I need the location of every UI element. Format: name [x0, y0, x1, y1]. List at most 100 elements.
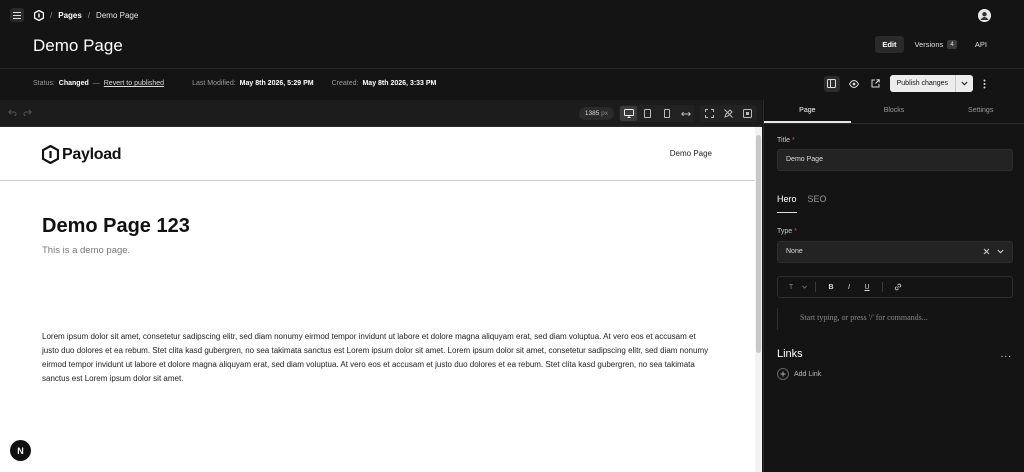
chevron-down-icon[interactable]	[802, 285, 807, 289]
title-input[interactable]: Demo Page	[777, 149, 1013, 171]
responsive-view-button[interactable]	[677, 106, 694, 121]
tab-edit[interactable]: Edit	[875, 36, 904, 53]
preview-button[interactable]	[846, 76, 862, 92]
toggle-live-preview-button[interactable]	[823, 75, 840, 92]
document-more-button[interactable]	[979, 79, 989, 89]
last-modified-value: May 8th 2026, 5:29 PM	[239, 80, 314, 87]
plus-circle-icon	[777, 368, 789, 380]
window-icon	[743, 109, 752, 118]
payload-logo-icon	[42, 145, 59, 164]
title-label-text: Title	[777, 137, 790, 144]
text-format-glyph: T	[788, 283, 794, 291]
payload-logo-icon[interactable]	[34, 9, 44, 21]
tab-blocks[interactable]: Blocks	[851, 100, 938, 123]
tab-api[interactable]: API	[968, 36, 994, 53]
add-link-button[interactable]: Add Link	[777, 368, 821, 380]
link-icon	[894, 283, 902, 291]
links-section-title: Links	[777, 348, 803, 360]
italic-button[interactable]: I	[842, 280, 856, 294]
more-vertical-icon	[983, 79, 985, 88]
viewport-controls: 1385 px	[578, 105, 757, 122]
tab-hero[interactable]: Hero	[777, 194, 797, 213]
mobile-view-button[interactable]	[658, 106, 675, 121]
status-label: Status:	[33, 80, 55, 87]
viewport-width-unit: px	[601, 110, 608, 117]
bold-button[interactable]: B	[824, 280, 838, 294]
document-actions: Publish changes	[823, 75, 989, 92]
tablet-icon	[644, 109, 651, 118]
publish-changes-button[interactable]: Publish changes	[889, 75, 956, 92]
rich-text-editor[interactable]: Start typing, or press '/' for commands.…	[777, 308, 1013, 330]
fields-panel: Page Blocks Settings Title * Demo Page He…	[763, 100, 1024, 472]
text-format-button[interactable]: T	[784, 280, 798, 294]
preview-scrollbar[interactable]	[755, 127, 762, 472]
created-label: Created:	[331, 80, 359, 87]
fullscreen-button[interactable]	[701, 106, 718, 121]
document-status-bar: Status: Changed — Revert to published La…	[0, 68, 1024, 99]
breadcrumb-separator: /	[50, 10, 53, 20]
breadcrumb-separator: /	[87, 10, 91, 20]
breadcrumb-current: Demo Page	[96, 10, 139, 20]
undo-icon[interactable]	[8, 109, 17, 116]
tab-settings[interactable]: Settings	[937, 100, 1024, 123]
clear-icon[interactable]	[983, 248, 990, 255]
tab-seo[interactable]: SEO	[808, 194, 827, 213]
hero-title: Demo Page 123	[42, 215, 190, 237]
sidebar-layout-icon	[827, 79, 837, 88]
desktop-view-button[interactable]	[620, 106, 637, 121]
expand-icon	[705, 109, 714, 118]
avatar[interactable]	[978, 9, 991, 22]
breadcrumb-pages[interactable]: Pages	[58, 11, 82, 20]
versions-count-badge: 4	[947, 40, 957, 49]
document-tabs: Edit Versions 4 API	[875, 36, 994, 53]
bold-glyph: B	[828, 283, 834, 291]
tablet-view-button[interactable]	[639, 106, 656, 121]
italic-glyph: I	[848, 283, 850, 291]
underline-button[interactable]: U	[860, 280, 874, 294]
content-paragraph: Lorem ipsum dolor sit amet, consetetur s…	[42, 332, 709, 383]
site-logo[interactable]: Payload	[42, 145, 122, 164]
chevron-down-icon[interactable]	[997, 249, 1004, 254]
tab-edit-label: Edit	[882, 40, 897, 49]
nextjs-dev-badge[interactable]: N	[10, 440, 31, 461]
hero-subtitle: This is a demo page.	[42, 245, 131, 256]
panel-tabs: Page Blocks Settings	[764, 100, 1024, 124]
tab-page[interactable]: Page	[764, 100, 851, 123]
rich-text-toolbar: T B I U	[777, 276, 1013, 298]
publish-options-button[interactable]	[956, 75, 973, 92]
type-select-value: None	[786, 248, 803, 255]
status-dash: —	[92, 80, 100, 87]
breadcrumb: / Pages / Demo Page	[34, 9, 139, 21]
eye-icon	[848, 79, 859, 88]
top-nav: / Pages / Demo Page	[0, 0, 1024, 30]
preview-scroll-thumb[interactable]	[756, 135, 761, 353]
type-select-controls	[983, 248, 1004, 255]
underline-glyph: U	[864, 283, 870, 291]
page-title: Demo Page	[33, 36, 123, 55]
viewport-width-input[interactable]: 1385 px	[578, 107, 614, 120]
site-header: Payload Demo Page	[0, 127, 755, 181]
monitor-icon	[623, 109, 634, 118]
publish-button-group: Publish changes	[889, 75, 973, 92]
chevron-down-icon	[961, 81, 968, 86]
tab-versions[interactable]: Versions 4	[908, 36, 964, 53]
last-modified-label: Last Modified:	[192, 80, 236, 87]
arrows-horizontal-icon	[680, 111, 691, 116]
site-nav-demo-page[interactable]: Demo Page	[670, 149, 712, 158]
link-button[interactable]	[891, 280, 905, 294]
redo-icon[interactable]	[23, 109, 32, 116]
detach-preview-button[interactable]	[739, 106, 756, 121]
toggle-edit-mode-button[interactable]	[720, 106, 737, 121]
smartphone-icon	[663, 109, 670, 118]
revert-to-published-link[interactable]: Revert to published	[104, 80, 164, 87]
hamburger-menu-button[interactable]	[10, 8, 24, 22]
preview-utility-buttons	[700, 105, 757, 122]
links-more-button[interactable]: ...	[1001, 349, 1012, 360]
live-preview-frame: Payload Demo Page Demo Page 123 This is …	[0, 127, 762, 472]
type-select[interactable]: None	[777, 241, 1013, 263]
open-in-new-tab-button[interactable]	[868, 76, 884, 92]
viewport-width-value: 1385	[584, 110, 600, 117]
menu-icon	[13, 11, 21, 19]
type-label-text: Type	[777, 228, 793, 235]
add-link-label: Add Link	[794, 370, 822, 378]
